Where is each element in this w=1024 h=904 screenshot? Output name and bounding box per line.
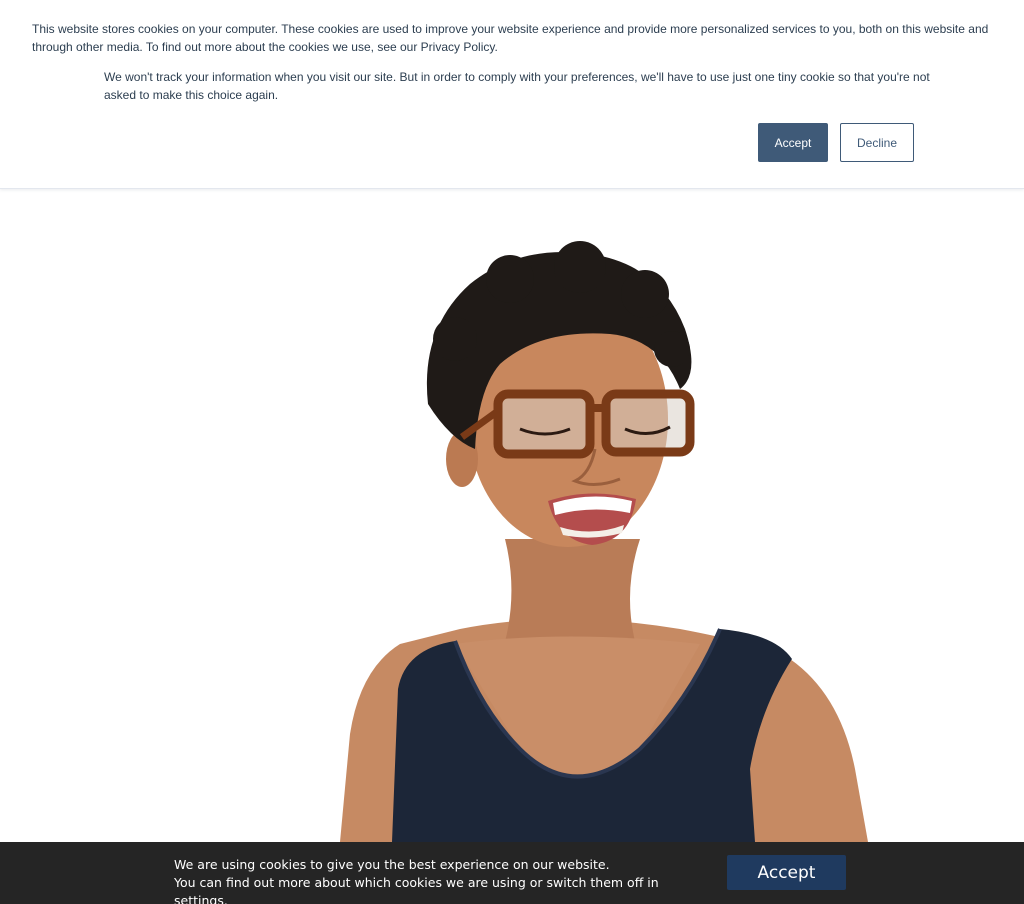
settings-link[interactable]: settings xyxy=(174,893,224,904)
accept-button[interactable]: Accept xyxy=(758,123,828,162)
cookie-bar-accept-button[interactable]: Accept xyxy=(727,855,846,890)
hero-photo xyxy=(340,241,868,842)
cookie-banner-message: This website stores cookies on your comp… xyxy=(32,22,989,54)
cookie-consent-banner: This website stores cookies on your comp… xyxy=(0,0,1024,189)
cookie-bar-text: We are using cookies to give you the bes… xyxy=(174,856,714,904)
decline-button[interactable]: Decline xyxy=(840,123,914,162)
cookie-bar-line-2-prefix: You can find out more about which cookie… xyxy=(174,875,659,890)
page: This website stores cookies on your comp… xyxy=(0,0,1024,904)
cookie-bar-line-1: We are using cookies to give you the bes… xyxy=(174,857,610,872)
gdpr-cookie-bar: We are using cookies to give you the bes… xyxy=(0,842,1024,904)
hero-section xyxy=(0,189,1024,842)
cookie-bar-line-2-suffix: . xyxy=(223,893,228,904)
cookie-banner-notice: We won't track your information when you… xyxy=(104,70,930,102)
